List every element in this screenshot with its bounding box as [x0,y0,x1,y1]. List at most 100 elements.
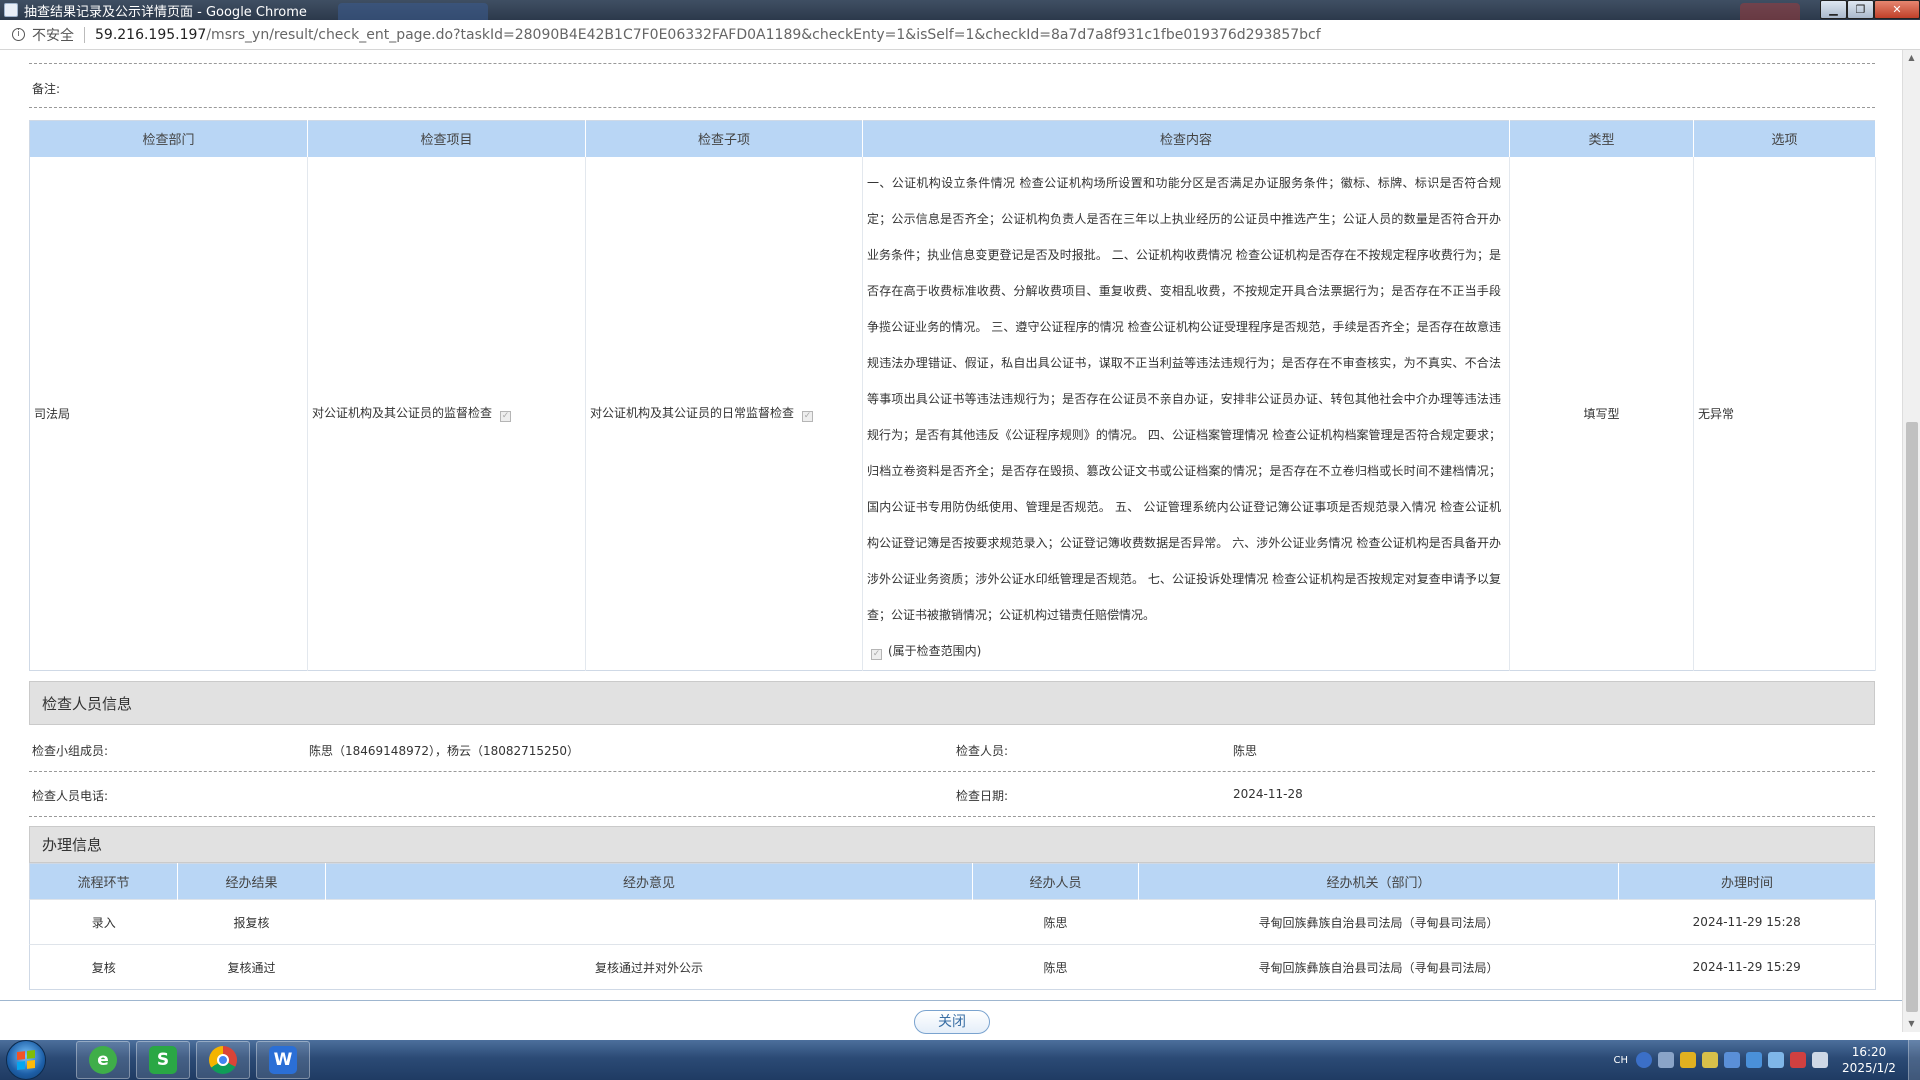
remark-label: 备注: [32,82,61,96]
inspection-content-text: 一、公证机构设立条件情况 检查公证机构场所设置和功能分区是否满足办证服务条件；徽… [867,176,1501,623]
subitem-label: 对公证机构及其公证员的日常监督检查 [590,406,795,421]
inspector-label: 检查人员: [956,744,1009,758]
help-icon[interactable] [1636,1052,1652,1068]
col-header-handler: 经办人员 [972,863,1139,900]
window-title: 抽查结果记录及公示详情页面 - Google Chrome [24,4,307,20]
clock-date: 2025/1/2 [1842,1061,1896,1075]
result-cell: 复核通过 [177,944,326,990]
opinion-cell [325,899,973,945]
agency-cell: 寻甸回族彝族自治县司法局（寻甸县司法局） [1138,899,1619,945]
col-header-opinion: 经办意见 [325,863,973,900]
step-cell: 录入 [29,899,178,945]
col-header-content: 检查内容 [862,120,1510,157]
team-label: 检查小组成员: [32,744,109,758]
inspector-row-2: 检查人员电话: 检查日期: 2024-11-28 [29,773,1875,817]
start-button[interactable] [6,1040,46,1080]
divider [29,107,1875,108]
background-window-tab-2[interactable] [1740,3,1800,20]
time-cell: 2024-11-29 15:28 [1618,899,1876,945]
address-bar[interactable]: i 不安全 59.216.195.197 /msrs_yn/result/che… [0,20,1920,50]
scroll-down-icon[interactable]: ▼ [1903,1016,1920,1032]
col-header-result: 经办结果 [177,863,326,900]
windows-logo-icon [17,1050,35,1070]
scope-note: ✓ (属于检查范围内) [867,637,1509,665]
security-status[interactable]: 不安全 [32,25,74,45]
handling-table: 流程环节 经办结果 经办意见 经办人员 经办机关（部门） 办理时间 录入 报复核… [29,863,1876,990]
browser-360-icon: e [89,1046,117,1074]
notification-icon[interactable] [1812,1052,1828,1068]
url-host[interactable]: 59.216.195.197 [95,27,206,43]
agency-cell: 寻甸回族彝族自治县司法局（寻甸县司法局） [1138,944,1619,990]
divider [29,63,1875,64]
taskbar-app-chrome[interactable] [196,1041,250,1079]
col-header-department: 检查部门 [29,120,308,157]
update-icon[interactable] [1724,1052,1740,1068]
date-value: 2024-11-28 [1233,787,1303,801]
show-desktop-button[interactable] [1908,1040,1920,1080]
chrome-icon [209,1046,237,1074]
minimize-button[interactable]: ▁ [1820,0,1847,19]
item-cell: 对公证机构及其公证员的监督检查 ✓ [307,156,586,671]
system-tray: CH 16:20 2025/1/2 [1613,1040,1920,1080]
handler-cell: 陈思 [972,944,1139,990]
network-icon[interactable] [1658,1052,1674,1068]
window-title-bar: 抽查结果记录及公示详情页面 - Google Chrome ▁ ❐ ✕ [0,0,1920,20]
input-method-icon[interactable] [1746,1052,1762,1068]
lock-icon[interactable] [1702,1052,1718,1068]
col-header-subitem: 检查子项 [585,120,863,157]
wps-writer-icon: W [269,1046,297,1074]
subitem-checkbox[interactable]: ✓ [802,411,814,423]
taskbar-app-wps-writer[interactable]: W [256,1041,310,1079]
handling-table-header: 流程环节 经办结果 经办意见 经办人员 经办机关（部门） 办理时间 [29,863,1876,900]
window-controls: ▁ ❐ ✕ [1820,0,1920,19]
type-cell: 填写型 [1509,156,1694,671]
time-cell: 2024-11-29 15:29 [1618,944,1876,990]
monitor-icon[interactable] [1768,1052,1784,1068]
background-window-tab[interactable] [338,3,488,20]
windows-taskbar: e S W CH 16:20 2025/1/2 [0,1040,1920,1080]
vertical-scrollbar[interactable]: ▲ ▼ [1902,50,1920,1032]
close-window-button[interactable]: ✕ [1874,0,1920,19]
inspection-table-header: 检查部门 检查项目 检查子项 检查内容 类型 选项 [29,120,1876,157]
clock-time: 16:20 [1851,1045,1887,1059]
divider [29,816,1875,817]
shield-icon[interactable] [1680,1052,1696,1068]
option-cell: 无异常 [1693,156,1876,671]
inspection-table: 检查部门 检查项目 检查子项 检查内容 类型 选项 司法局 对公证机构及其公证员… [29,120,1876,671]
scope-label: (属于检查范围内) [888,644,982,659]
opinion-cell: 复核通过并对外公示 [325,944,973,990]
taskbar-app-360-browser[interactable]: e [76,1041,130,1079]
scope-checkbox[interactable]: ✓ [871,649,882,661]
handling-section-header: 办理信息 [29,826,1875,863]
table-row: 复核 复核通过 复核通过并对外公示 陈思 寻甸回族彝族自治县司法局（寻甸县司法局… [29,944,1876,990]
col-header-agency: 经办机关（部门） [1138,863,1619,900]
item-label: 对公证机构及其公证员的监督检查 [312,406,493,421]
col-header-item: 检查项目 [307,120,586,157]
page-favicon-icon [4,3,18,17]
info-icon[interactable]: i [12,28,25,41]
system-clock[interactable]: 16:20 2025/1/2 [1834,1044,1904,1076]
inspector-section-header: 检查人员信息 [29,681,1875,725]
divider [29,771,1875,772]
section-title: 检查人员信息 [42,694,133,713]
table-row: 录入 报复核 陈思 寻甸回族彝族自治县司法局（寻甸县司法局） 2024-11-2… [29,899,1876,945]
result-cell: 报复核 [177,899,326,945]
item-checkbox[interactable]: ✓ [500,411,512,423]
volume-icon[interactable] [1790,1052,1806,1068]
scrollbar-thumb[interactable] [1906,422,1918,1012]
maximize-button[interactable]: ❐ [1847,0,1874,19]
url-path[interactable]: /msrs_yn/result/check_ent_page.do?taskId… [206,27,1320,43]
page-content: 备注: 检查部门 检查项目 检查子项 检查内容 类型 选项 司法局 对公证机构及… [0,50,1902,1000]
content-cell: 一、公证机构设立条件情况 检查公证机构场所设置和功能分区是否满足办证服务条件；徽… [862,156,1510,671]
department-cell: 司法局 [29,156,308,671]
scroll-up-icon[interactable]: ▲ [1903,50,1920,66]
taskbar-app-wps-spreadsheet[interactable]: S [136,1041,190,1079]
input-language[interactable]: CH [1613,1055,1628,1066]
wps-spreadsheet-icon: S [149,1046,177,1074]
col-header-type: 类型 [1509,120,1694,157]
address-divider [84,26,85,43]
inspector-row-1: 检查小组成员: 陈思（18469148972），杨云（18082715250） … [29,728,1875,772]
section-title: 办理信息 [42,836,103,854]
close-button[interactable]: 关闭 [914,1010,990,1034]
handler-cell: 陈思 [972,899,1139,945]
